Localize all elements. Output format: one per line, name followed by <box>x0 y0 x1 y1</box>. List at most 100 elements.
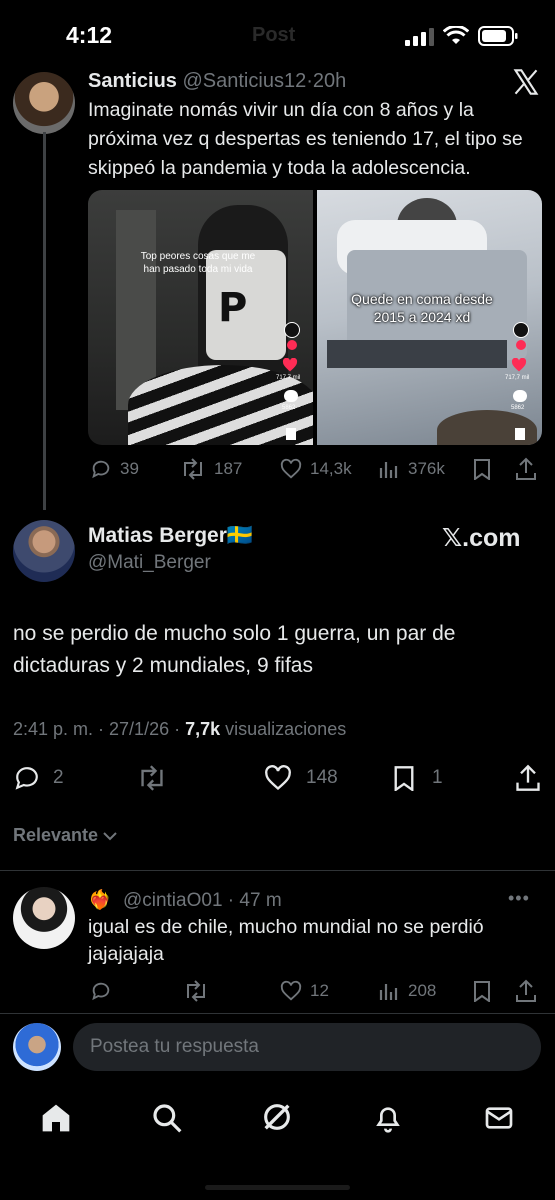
heart-icon <box>280 980 302 1001</box>
quoted-post-text: Imaginate nomás vivir un día con 8 años … <box>88 99 523 179</box>
quoted-views-button[interactable]: 376k <box>378 458 445 480</box>
reply-handle[interactable]: @cintiaO01 <box>123 890 223 911</box>
divider <box>0 1013 555 1014</box>
reply-bookmark-button[interactable] <box>472 980 492 1002</box>
flag-icon: 🇸🇪 <box>226 524 254 547</box>
main-reply-button[interactable]: 2 <box>13 765 64 791</box>
media-caption-2: Quede en coma desde 2015 a 2024 xd <box>351 291 493 325</box>
quoted-post-header: Santicius @Santicius12·20h <box>88 70 346 93</box>
main-bookmark-count: 1 <box>432 767 443 788</box>
messages-icon[interactable] <box>483 1102 515 1134</box>
reply-icon <box>92 982 110 1001</box>
bottom-navigation <box>0 1085 555 1155</box>
main-reply-count: 2 <box>53 767 64 788</box>
reply-header: ❤️‍🔥 @cintiaO01 · 47 m <box>88 888 282 912</box>
media-tile-2[interactable]: Quede en coma desde 2015 a 2024 xd 717,7… <box>317 190 542 445</box>
views-icon <box>379 462 398 478</box>
avatar-current-user[interactable] <box>13 1023 61 1071</box>
battery-icon <box>478 26 518 46</box>
bookmark-icon <box>474 459 490 480</box>
search-icon[interactable] <box>151 1102 183 1134</box>
repost-icon <box>141 765 163 791</box>
tiktok-comment-icon <box>513 390 527 402</box>
quoted-bookmark-button[interactable] <box>472 458 492 480</box>
main-share-button[interactable] <box>515 764 541 792</box>
chevron-down-icon <box>103 831 117 840</box>
media-likes-2: 717,7 mil <box>505 375 530 381</box>
quoted-time: 20h <box>312 70 347 92</box>
heart-icon <box>265 765 291 791</box>
reply-icon <box>92 460 110 479</box>
quoted-reply-button[interactable]: 39 <box>90 458 139 480</box>
quoted-view-count: 376k <box>408 459 445 478</box>
bookmark-icon <box>394 766 414 791</box>
main-post-views-label: visualizaciones <box>220 719 347 739</box>
status-time: 4:12 <box>66 22 113 48</box>
home-icon[interactable] <box>40 1102 72 1134</box>
media-tile-1[interactable]: P Top peores cosas que me han pasado tod… <box>88 190 313 445</box>
main-handle[interactable]: @Mati_Berger <box>88 552 211 574</box>
avatar-cintia[interactable] <box>13 887 75 949</box>
quoted-media[interactable]: P Top peores cosas que me han pasado tod… <box>88 190 542 445</box>
tiktok-bookmark-icon <box>286 428 296 440</box>
heart-icon <box>280 458 302 479</box>
main-bookmark-button[interactable]: 1 <box>392 765 443 791</box>
quoted-like-button[interactable]: 14,3k <box>280 458 352 480</box>
bookmark-icon <box>474 981 490 1002</box>
main-post-views-count: 7,7k <box>185 719 221 739</box>
avatar-santicius[interactable] <box>13 72 75 134</box>
notifications-icon[interactable] <box>372 1102 404 1134</box>
tiktok-heart-icon <box>282 358 298 372</box>
avatar-matias-berger[interactable] <box>13 520 75 582</box>
share-icon <box>516 457 536 480</box>
main-post-timestamp: 2:41 p. m. · 27/1/26 · <box>13 719 186 739</box>
main-like-button[interactable]: 148 <box>264 765 338 791</box>
repost-icon <box>187 980 205 1002</box>
repost-icon <box>184 458 202 480</box>
main-display-name[interactable]: Matias Berger <box>88 524 227 547</box>
tiktok-avatar-icon <box>284 322 300 338</box>
media-likes-1: 717,7 mil <box>276 375 301 381</box>
more-options-icon[interactable]: ••• <box>508 888 530 909</box>
divider <box>0 870 555 871</box>
reply-separator: · <box>222 890 240 911</box>
quoted-display-name[interactable]: Santicius <box>88 70 177 92</box>
x-logo-icon <box>512 68 540 96</box>
home-indicator <box>205 1185 350 1190</box>
tiktok-avatar-icon <box>513 322 529 338</box>
quoted-share-button[interactable] <box>515 457 537 481</box>
reply-time: 47 m <box>239 890 282 911</box>
reply-views-button[interactable]: 208 <box>378 980 436 1002</box>
media-caption-1: Top peores cosas que me han pasado toda … <box>140 251 256 275</box>
reply-input[interactable]: Postea tu respuesta <box>73 1023 541 1071</box>
media-comments-2: 5862 <box>511 405 525 411</box>
tiktok-heart-icon <box>511 358 527 372</box>
signal-icon <box>405 28 435 46</box>
header-title: Post <box>252 24 296 46</box>
sort-label: Relevante <box>13 825 99 845</box>
quoted-repost-button[interactable]: 187 <box>180 458 242 480</box>
quoted-reply-count: 39 <box>120 459 139 478</box>
quoted-handle[interactable]: @Santicius12 <box>182 70 306 92</box>
main-post-meta: 2:41 p. m. · 27/1/26 · 7,7k visualizacio… <box>13 719 346 740</box>
main-like-count: 148 <box>306 767 338 788</box>
x-com-watermark: 𝕏.com <box>442 524 521 552</box>
reply-share-button[interactable] <box>515 979 537 1003</box>
media-comments-1: 5862 <box>282 405 296 411</box>
thread-line <box>43 132 46 510</box>
reply-text: igual es de chile, mucho mundial no se p… <box>88 916 484 965</box>
reply-like-button[interactable]: 12 <box>280 980 329 1002</box>
quoted-repost-count: 187 <box>214 459 243 478</box>
grok-icon[interactable] <box>260 1100 294 1134</box>
reply-like-count: 12 <box>310 981 329 1000</box>
main-post-name-row: Matias Berger🇸🇪 <box>88 524 253 548</box>
quoted-like-count: 14,3k <box>310 459 352 478</box>
reply-view-count: 208 <box>408 981 437 1000</box>
tiktok-comment-icon <box>284 390 298 402</box>
reply-reply-button[interactable] <box>90 980 112 1002</box>
tiktok-bookmark-icon <box>515 428 525 440</box>
reply-icon <box>15 767 38 790</box>
main-repost-button[interactable] <box>136 765 168 791</box>
reply-repost-button[interactable] <box>183 980 209 1002</box>
sort-dropdown[interactable]: Relevante <box>13 825 118 846</box>
